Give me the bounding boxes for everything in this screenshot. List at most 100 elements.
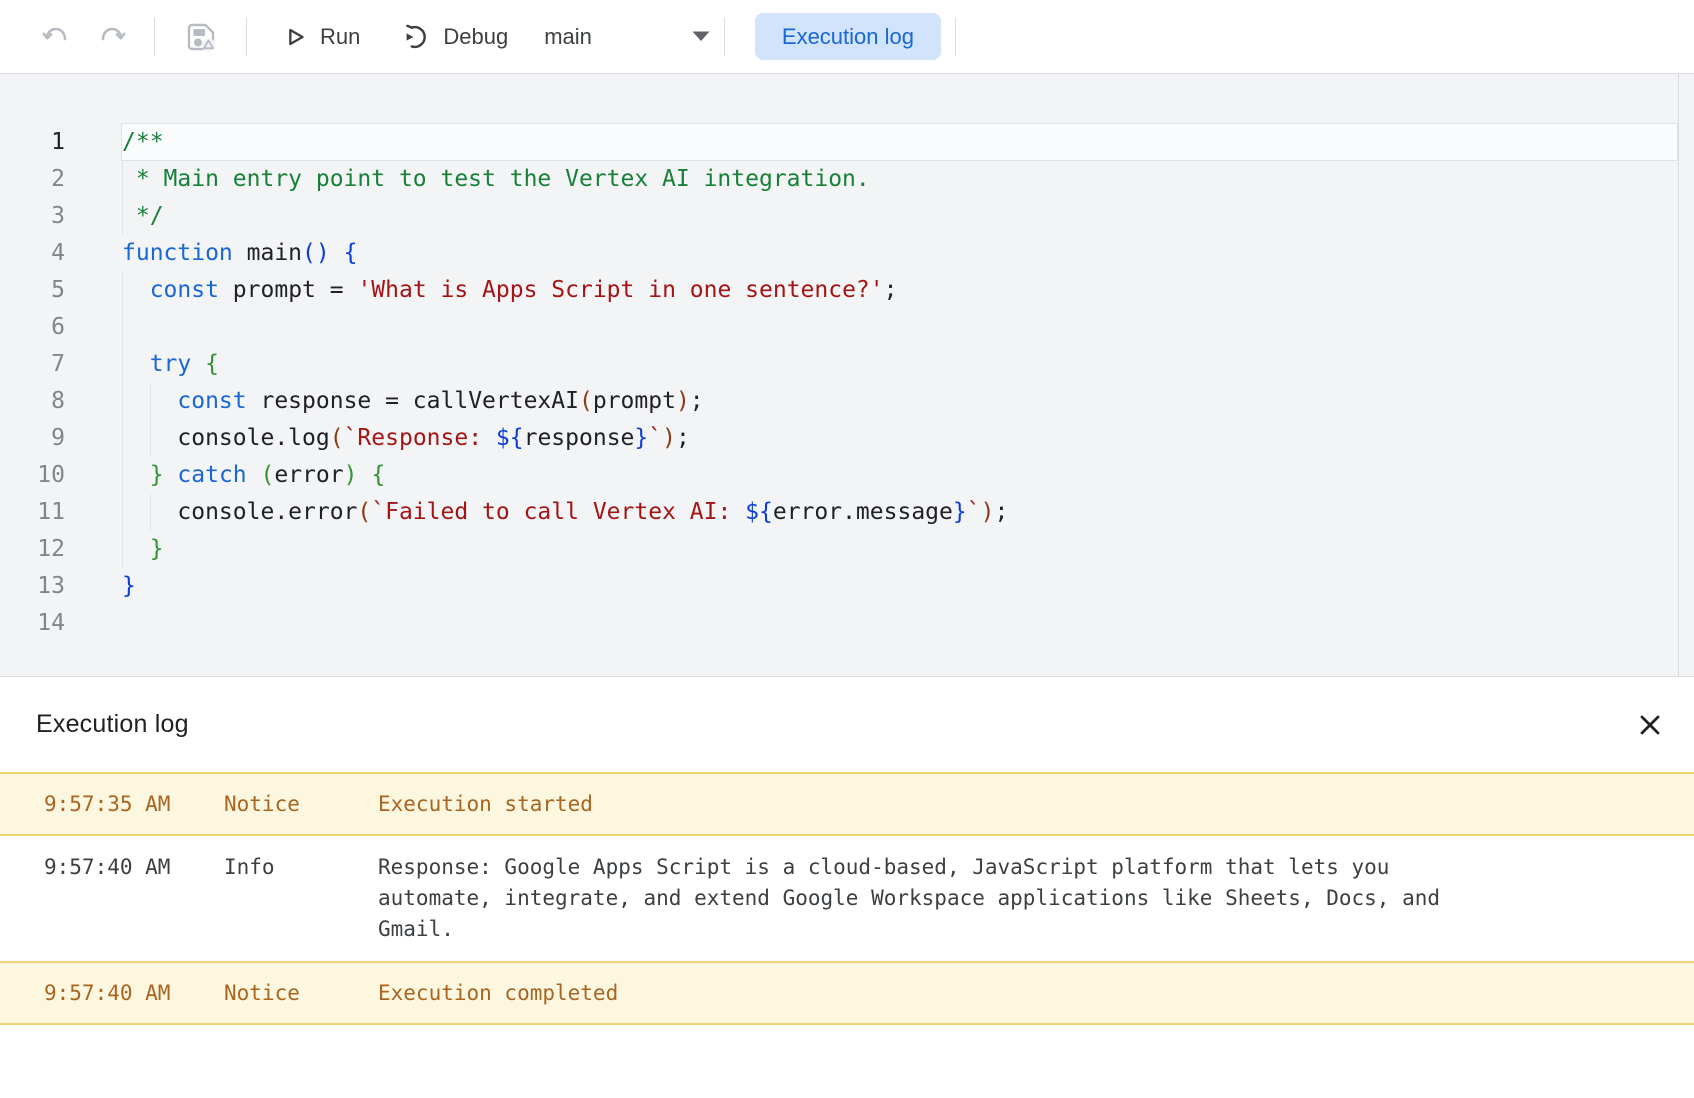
code-token: /** xyxy=(122,129,164,155)
code-token: `Response: xyxy=(344,425,496,451)
play-icon xyxy=(281,23,309,51)
code-line[interactable]: /** xyxy=(122,124,1008,161)
code-token xyxy=(122,277,150,303)
code-token: () xyxy=(302,240,330,266)
redo-button[interactable] xyxy=(93,18,131,56)
code-token: */ xyxy=(122,203,164,229)
code-token: ${ xyxy=(496,425,524,451)
execution-log-button[interactable]: Execution log xyxy=(755,13,941,60)
log-message: Execution completed xyxy=(378,980,1478,1006)
code-line[interactable]: try { xyxy=(122,346,1008,383)
function-selector-value: main xyxy=(544,24,592,50)
code-line[interactable]: const response = callVertexAI(prompt); xyxy=(122,383,1008,420)
code-token: ; xyxy=(676,425,690,451)
code-line[interactable]: console.error(`Failed to call Vertex AI:… xyxy=(122,494,1008,531)
code-token: { xyxy=(205,351,219,377)
code-token: ( xyxy=(357,499,371,525)
code-token: 'What is Apps Script in one sentence?' xyxy=(357,277,883,303)
log-entry: 9:57:35 AMNoticeExecution started xyxy=(0,772,1694,836)
line-number[interactable]: 5 xyxy=(0,272,65,309)
log-timestamp: 9:57:40 AM xyxy=(44,852,224,945)
execution-log-entries: 9:57:35 AMNoticeExecution started9:57:40… xyxy=(0,772,1694,1025)
code-line[interactable]: console.log(`Response: ${response}`); xyxy=(122,420,1008,457)
run-button[interactable]: Run xyxy=(281,23,360,51)
code-token: response xyxy=(524,425,635,451)
close-button[interactable] xyxy=(1628,703,1672,747)
code-line[interactable]: } catch (error) { xyxy=(122,457,1008,494)
line-number[interactable]: 3 xyxy=(0,198,65,235)
code-token: { xyxy=(344,240,358,266)
line-number[interactable]: 9 xyxy=(0,420,65,457)
code-token: ` xyxy=(648,425,662,451)
code-token xyxy=(164,462,178,488)
code-token: error xyxy=(274,462,343,488)
code-token: ( xyxy=(330,425,344,451)
code-line[interactable]: } xyxy=(122,568,1008,605)
toolbar-divider xyxy=(154,18,155,56)
code-token: ) xyxy=(676,388,690,414)
code-token: response = callVertexAI xyxy=(247,388,579,414)
code-token: } xyxy=(150,462,164,488)
run-label: Run xyxy=(320,24,360,50)
code-token: ) xyxy=(662,425,676,451)
undo-button[interactable] xyxy=(37,18,75,56)
code-token xyxy=(122,351,150,377)
code-token: `Failed to call Vertex AI: xyxy=(371,499,745,525)
code-editor[interactable]: 1234567891011121314 /** * Main entry poi… xyxy=(0,74,1694,677)
line-number[interactable]: 2 xyxy=(0,161,65,198)
code-line[interactable] xyxy=(122,605,1008,642)
line-number[interactable]: 10 xyxy=(0,457,65,494)
log-severity: Notice xyxy=(224,791,378,817)
code-token: function xyxy=(122,240,233,266)
line-number[interactable]: 8 xyxy=(0,383,65,420)
code-token xyxy=(358,462,372,488)
log-message: Execution started xyxy=(378,791,1478,817)
code-token: main xyxy=(233,240,302,266)
code-line[interactable] xyxy=(122,309,1008,346)
code-token: ( xyxy=(261,462,275,488)
code-token xyxy=(247,462,261,488)
code-token: ` xyxy=(967,499,981,525)
code-token: ) xyxy=(344,462,358,488)
toolbar-divider xyxy=(955,18,956,56)
apps-script-editor: Run Debug main Execution log 12345678910… xyxy=(0,0,1694,1025)
line-number[interactable]: 6 xyxy=(0,309,65,346)
line-number[interactable]: 14 xyxy=(0,605,65,642)
code-token: prompt = xyxy=(219,277,357,303)
overview-ruler-border xyxy=(1678,74,1679,676)
line-number[interactable]: 1 xyxy=(0,124,65,161)
code-token: ${ xyxy=(745,499,773,525)
debug-button[interactable]: Debug xyxy=(400,21,508,53)
close-icon xyxy=(1634,709,1666,741)
code-line[interactable]: } xyxy=(122,531,1008,568)
function-selector[interactable]: main xyxy=(544,24,710,50)
code-line[interactable]: * Main entry point to test the Vertex AI… xyxy=(122,161,1008,198)
log-timestamp: 9:57:35 AM xyxy=(44,791,224,817)
dropdown-caret-icon xyxy=(692,31,710,42)
save-button[interactable] xyxy=(178,14,223,59)
code-line[interactable]: const prompt = 'What is Apps Script in o… xyxy=(122,272,1008,309)
code-line[interactable]: function main() { xyxy=(122,235,1008,272)
execution-log-title: Execution log xyxy=(36,710,1628,739)
debug-label: Debug xyxy=(443,24,508,50)
code-token: { xyxy=(371,462,385,488)
code-line[interactable]: */ xyxy=(122,198,1008,235)
line-number[interactable]: 7 xyxy=(0,346,65,383)
code-token: console.log xyxy=(122,425,330,451)
line-number[interactable]: 11 xyxy=(0,494,65,531)
toolbar: Run Debug main Execution log xyxy=(0,0,1694,74)
debug-icon xyxy=(400,21,432,53)
code-token: catch xyxy=(177,462,246,488)
line-number[interactable]: 13 xyxy=(0,568,65,605)
code-token: prompt xyxy=(593,388,676,414)
log-entry: 9:57:40 AMInfoResponse: Google Apps Scri… xyxy=(0,836,1694,961)
line-number[interactable]: 4 xyxy=(0,235,65,272)
code-token: ; xyxy=(884,277,898,303)
code-token: } xyxy=(122,573,136,599)
save-project-icon xyxy=(182,18,219,55)
code-token xyxy=(122,388,177,414)
log-timestamp: 9:57:40 AM xyxy=(44,980,224,1006)
code-token: } xyxy=(634,425,648,451)
line-number[interactable]: 12 xyxy=(0,531,65,568)
log-severity: Notice xyxy=(224,980,378,1006)
